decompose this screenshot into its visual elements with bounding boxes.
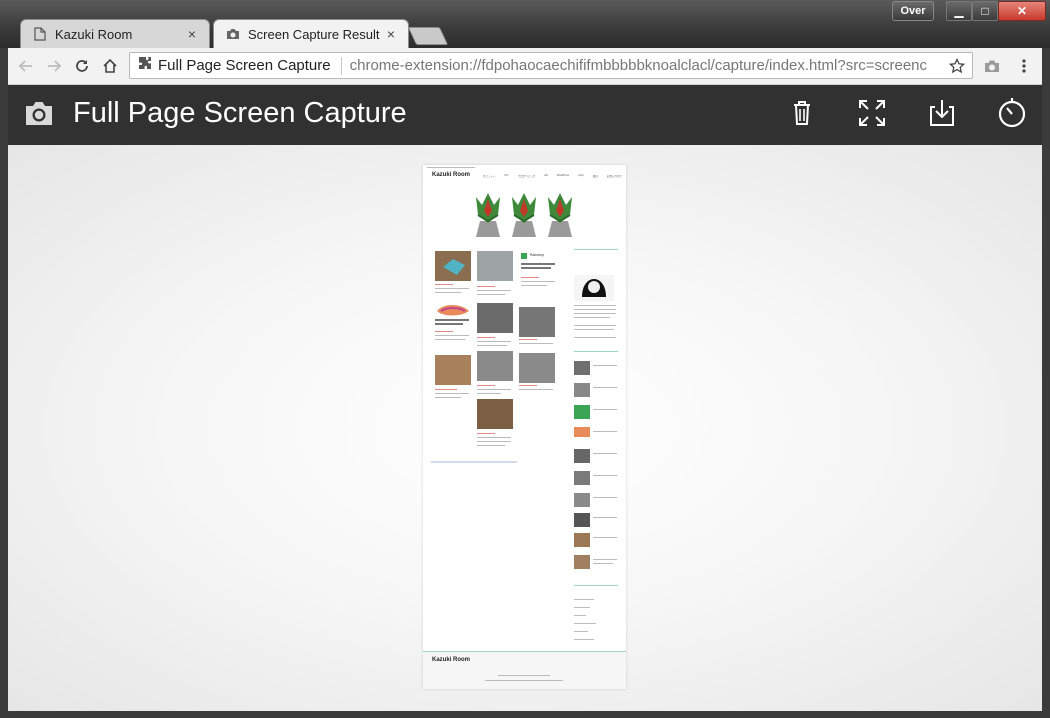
omnibox-divider [340,56,342,75]
tab-kazuki-room[interactable]: Kazuki Room × [20,19,210,48]
tab-close-icon[interactable]: × [384,26,398,42]
reload-icon[interactable] [72,56,92,76]
captured-featured-label: Raindrop [530,253,545,257]
captured-site-title: Kazuki Room [432,172,471,178]
window-bottom-border [0,711,1050,718]
capture-preview-area: Kazuki Room ガジェット DIY プログラミング AR WordPress… [8,145,1042,711]
tab-close-icon[interactable]: × [185,26,199,42]
address-bar[interactable]: Full Page Screen Capture chrome-extensio… [129,52,973,79]
camera-extension-icon[interactable] [982,56,1002,76]
over-button[interactable]: Over [892,1,934,21]
captured-hero-image [476,192,573,238]
bookmark-star-icon[interactable] [946,57,968,74]
url-text[interactable]: chrome-extension://fdpohaocaechififmbbbb… [350,57,946,74]
maximize-button[interactable]: □ [972,1,998,21]
omnibox-extension-name: Full Page Screen Capture [158,57,331,74]
camera-logo-icon [24,99,54,132]
tab-label: Screen Capture Result [248,26,380,42]
captured-page-thumbnail[interactable]: Kazuki Room ガジェット DIY プログラミング AR WordPress… [423,165,626,689]
timer-icon[interactable] [996,97,1028,129]
browser-toolbar: Full Page Screen Capture chrome-extensio… [8,48,1042,85]
camera-icon [226,27,240,41]
app-title: Full Page Screen Capture [73,97,407,129]
minimize-button[interactable]: ▁ [946,1,972,21]
tab-label: Kazuki Room [55,26,133,42]
forward-icon[interactable] [44,56,64,76]
fullscreen-icon[interactable] [856,97,888,129]
extension-icon [138,56,152,75]
trash-icon[interactable] [786,97,818,129]
download-icon[interactable] [926,97,958,129]
captured-nav: ガジェット DIY プログラミング AR WordPress Unity 雑記 お問い合… [483,174,622,178]
tab-screen-capture-result[interactable]: Screen Capture Result × [213,19,409,48]
home-icon[interactable] [100,56,120,76]
menu-icon[interactable] [1014,56,1034,76]
page-icon [33,27,47,41]
back-icon[interactable] [16,56,36,76]
captured-footer-brand: Kazuki Room [432,657,471,663]
app-header: Full Page Screen Capture [8,85,1042,145]
close-window-button[interactable]: ✕ [998,1,1046,21]
